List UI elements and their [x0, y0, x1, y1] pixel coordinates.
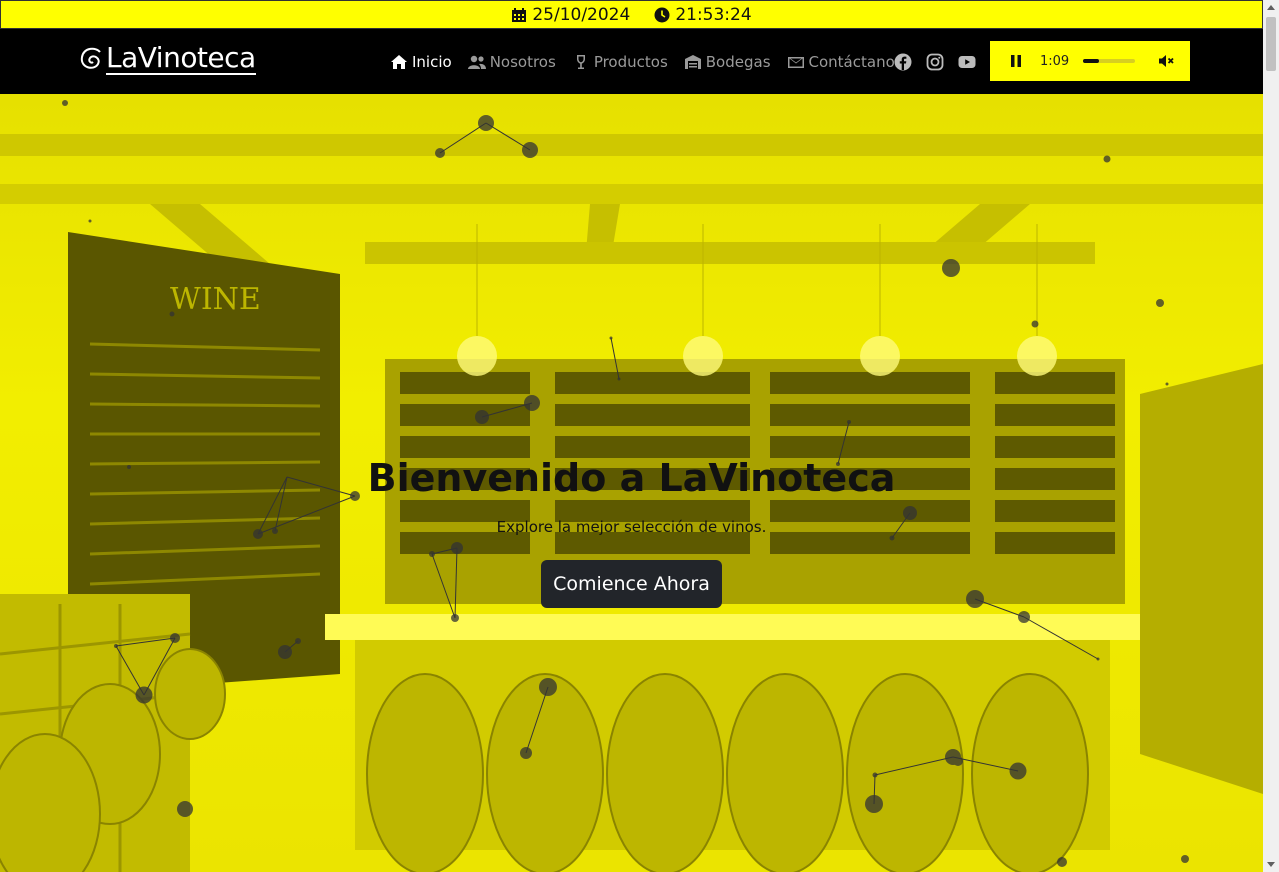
pause-icon[interactable]	[1008, 53, 1024, 69]
nav-item-nosotros[interactable]: Nosotros	[467, 52, 556, 71]
scroll-up-arrow-icon[interactable]	[1267, 5, 1275, 10]
wine-glass-icon	[576, 54, 585, 69]
player-time: 1:09	[1040, 53, 1070, 69]
brand-logo[interactable]: LaVinoteca	[78, 43, 256, 75]
scrollbar-thumb[interactable]	[1266, 17, 1276, 71]
page-scrollbar[interactable]	[1263, 0, 1279, 872]
envelope-icon	[787, 56, 804, 68]
comience-ahora-button[interactable]: Comience Ahora	[541, 560, 722, 608]
main-nav: Inicio Nosotros Productos Bodegas Contác…	[390, 29, 903, 94]
instagram-icon[interactable]	[926, 53, 944, 71]
clock-icon	[654, 7, 670, 22]
scroll-down-arrow-icon[interactable]	[1267, 862, 1275, 867]
audio-player: 1:09	[990, 41, 1190, 81]
time-text: 21:53:24	[675, 4, 752, 25]
hero-subtitle: Explore la mejor selección de vinos.	[496, 518, 767, 536]
nav-item-productos[interactable]: Productos	[572, 53, 668, 71]
facebook-icon[interactable]	[894, 53, 912, 71]
player-progress-fill	[1083, 59, 1099, 63]
date-text: 25/10/2024	[532, 4, 631, 25]
nav-label: Inicio	[412, 52, 452, 71]
nav-label: Productos	[593, 52, 668, 71]
svg-text:WINE: WINE	[170, 282, 261, 317]
date-display: 25/10/2024	[511, 5, 630, 25]
date-time-bar: 25/10/2024 21:53:24	[0, 0, 1263, 29]
time-display: 21:53:24	[654, 4, 752, 25]
navbar: LaVinoteca Inicio Nosotros Productos Bod…	[0, 29, 1263, 94]
warehouse-icon	[684, 54, 701, 69]
volume-muted-icon[interactable]	[1157, 52, 1175, 70]
calendar-icon	[512, 7, 527, 22]
nav-item-inicio[interactable]: Inicio	[390, 53, 452, 71]
home-icon	[391, 54, 407, 69]
player-progress-bar[interactable]	[1083, 59, 1136, 63]
logo-text: LaVinoteca	[106, 41, 256, 75]
nav-label: Bodegas	[705, 52, 771, 71]
nav-item-contactanos[interactable]: Contáctanos	[787, 53, 903, 71]
nav-item-bodegas[interactable]: Bodegas	[684, 53, 771, 71]
social-links	[894, 29, 976, 94]
nav-label: Contáctanos	[808, 52, 903, 71]
youtube-icon[interactable]	[958, 53, 976, 71]
swirl-logo-icon	[80, 47, 101, 69]
hero-title: Bienvenido a LaVinoteca	[367, 456, 896, 500]
hero-section: WINE Bienvenido a LaVinoteca Explore la …	[0, 94, 1263, 872]
nav-label: Nosotros	[489, 52, 556, 71]
users-icon	[467, 55, 486, 69]
